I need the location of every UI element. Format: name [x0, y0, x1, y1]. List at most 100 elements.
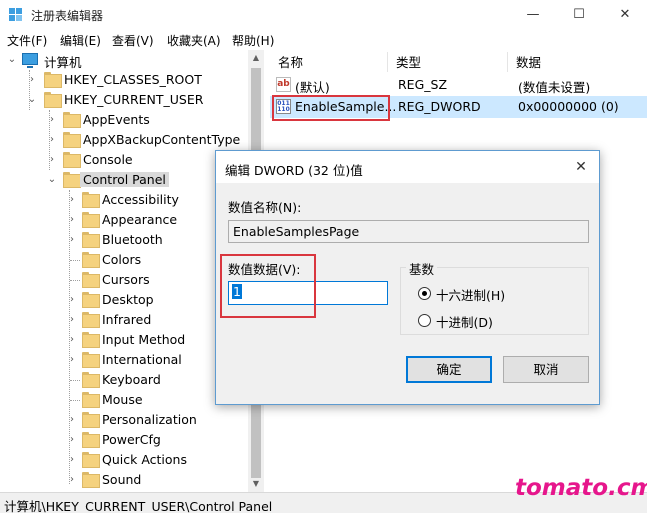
- tree-label: Console: [83, 152, 133, 167]
- chevron-right-icon[interactable]: ›: [66, 233, 78, 247]
- ok-button[interactable]: 确定: [406, 356, 492, 383]
- tree-label: Appearance: [102, 212, 178, 227]
- cancel-button[interactable]: 取消: [503, 356, 589, 383]
- tree-item-accessibility[interactable]: › Accessibility: [0, 190, 250, 210]
- scroll-down-icon[interactable]: ▼: [248, 476, 264, 492]
- folder-icon: [44, 72, 62, 88]
- hex-radio-label[interactable]: 十六进制(H): [436, 285, 505, 304]
- menu-help[interactable]: 帮助(H): [232, 32, 274, 49]
- tree-item-appxbackup[interactable]: › AppXBackupContentType: [0, 130, 250, 150]
- tree-item-appearance[interactable]: › Appearance: [0, 210, 250, 230]
- tree-item-infrared[interactable]: › Infrared: [0, 310, 250, 330]
- tree-label: HKEY_CURRENT_USER: [64, 92, 204, 107]
- tree-item-keyboard[interactable]: Keyboard: [0, 370, 250, 390]
- chevron-down-icon[interactable]: ⌄: [6, 53, 18, 67]
- folder-icon: [82, 232, 100, 248]
- value-type: REG_SZ: [398, 77, 448, 92]
- value-name: (默认): [295, 80, 330, 95]
- folder-icon: [82, 272, 100, 288]
- chevron-right-icon[interactable]: ›: [46, 153, 58, 167]
- tree-label: AppEvents: [83, 112, 150, 127]
- chevron-right-icon[interactable]: ›: [66, 333, 78, 347]
- hex-radio[interactable]: [418, 287, 431, 300]
- chevron-right-icon[interactable]: ›: [66, 453, 78, 467]
- tree-item-hkcr[interactable]: › HKEY_CLASSES_ROOT: [0, 70, 250, 90]
- chevron-right-icon[interactable]: ›: [26, 73, 38, 87]
- tree-guide: [70, 260, 80, 261]
- chevron-down-icon[interactable]: ⌄: [46, 173, 58, 187]
- tree-guide: [70, 400, 80, 401]
- dialog-close-button[interactable]: ✕: [569, 155, 593, 179]
- tree-guide: [70, 380, 80, 381]
- dialog-title: 编辑 DWORD (32 位)值: [225, 163, 363, 178]
- tree-item-personalization[interactable]: › Personalization: [0, 410, 250, 430]
- dec-radio-label[interactable]: 十进制(D): [436, 312, 493, 331]
- menu-view[interactable]: 查看(V): [112, 32, 154, 49]
- tree-item-control-panel[interactable]: ⌄ Control Panel: [0, 170, 250, 190]
- chevron-right-icon[interactable]: ›: [66, 193, 78, 207]
- tree-item-quick-actions[interactable]: › Quick Actions: [0, 450, 250, 470]
- menu-edit[interactable]: 编辑(E): [60, 32, 101, 49]
- tree-item-input-method[interactable]: › Input Method: [0, 330, 250, 350]
- tree-item-computer[interactable]: ⌄ 计算机: [0, 50, 250, 70]
- tree-item-mouse[interactable]: Mouse: [0, 390, 250, 410]
- tree-label: Desktop: [102, 292, 154, 307]
- folder-icon: [63, 132, 81, 148]
- menu-favorites[interactable]: 收藏夹(A): [167, 32, 221, 49]
- column-header-type[interactable]: 类型: [388, 52, 508, 72]
- dec-radio[interactable]: [418, 314, 431, 327]
- dialog-title-bar: 编辑 DWORD (32 位)值 ✕: [216, 151, 599, 183]
- tree-label: Mouse: [102, 392, 143, 407]
- chevron-right-icon[interactable]: ›: [66, 213, 78, 227]
- tree-label: Bluetooth: [102, 232, 163, 247]
- value-type: REG_DWORD: [398, 99, 481, 114]
- folder-icon: [82, 412, 100, 428]
- folder-icon: [82, 452, 100, 468]
- value-data: 0x00000000 (0): [518, 99, 619, 114]
- tree-item-hkcu[interactable]: ⌄ HKEY_CURRENT_USER: [0, 90, 250, 110]
- tree-label: PowerCfg: [102, 432, 161, 447]
- folder-icon: [63, 112, 81, 128]
- tree-label: HKEY_CLASSES_ROOT: [64, 72, 202, 87]
- chevron-down-icon[interactable]: ⌄: [26, 93, 38, 107]
- chevron-right-icon[interactable]: ›: [46, 133, 58, 147]
- chevron-right-icon[interactable]: ›: [66, 413, 78, 427]
- tree-item-colors[interactable]: Colors: [0, 250, 250, 270]
- tree-label: Cursors: [102, 272, 150, 287]
- base-label: 基数: [406, 259, 438, 278]
- tree-item-console[interactable]: › Console: [0, 150, 250, 170]
- chevron-right-icon[interactable]: ›: [66, 473, 78, 487]
- tree-item-sound[interactable]: › Sound: [0, 470, 250, 490]
- tree-item-international[interactable]: › International: [0, 350, 250, 370]
- chevron-right-icon[interactable]: ›: [66, 313, 78, 327]
- list-row[interactable]: ab (默认) REG_SZ (数值未设置): [270, 74, 647, 96]
- chevron-right-icon[interactable]: ›: [46, 113, 58, 127]
- tree-label: Sound: [102, 472, 142, 487]
- window-title: 注册表编辑器: [31, 9, 104, 23]
- maximize-button[interactable]: ☐: [556, 0, 602, 30]
- folder-icon: [82, 192, 100, 208]
- tree-item-bluetooth[interactable]: › Bluetooth: [0, 230, 250, 250]
- tree-item-cursors[interactable]: Cursors: [0, 270, 250, 290]
- tree-item-powercfg[interactable]: › PowerCfg: [0, 430, 250, 450]
- chevron-right-icon[interactable]: ›: [66, 353, 78, 367]
- folder-icon: [82, 472, 100, 488]
- minimize-button[interactable]: —: [510, 0, 556, 30]
- tree-label: Keyboard: [102, 372, 161, 387]
- value-data: (数值未设置): [518, 80, 591, 95]
- tree-label: 计算机: [44, 55, 82, 70]
- chevron-right-icon[interactable]: ›: [66, 433, 78, 447]
- column-header-name[interactable]: 名称: [270, 52, 388, 72]
- highlight-box: [272, 95, 390, 121]
- folder-open-icon: [44, 92, 62, 108]
- ab-string-icon: ab: [276, 77, 291, 92]
- tree-item-desktop[interactable]: › Desktop: [0, 290, 250, 310]
- folder-icon: [82, 352, 100, 368]
- column-header-data[interactable]: 数据: [508, 52, 647, 72]
- tree-item-appevents[interactable]: › AppEvents: [0, 110, 250, 130]
- scroll-up-icon[interactable]: ▲: [248, 50, 264, 66]
- close-button[interactable]: ✕: [602, 0, 647, 30]
- chevron-right-icon[interactable]: ›: [66, 293, 78, 307]
- menu-bar: 文件(F) 编辑(E) 查看(V) 收藏夹(A) 帮助(H): [0, 30, 647, 50]
- menu-file[interactable]: 文件(F): [7, 32, 47, 49]
